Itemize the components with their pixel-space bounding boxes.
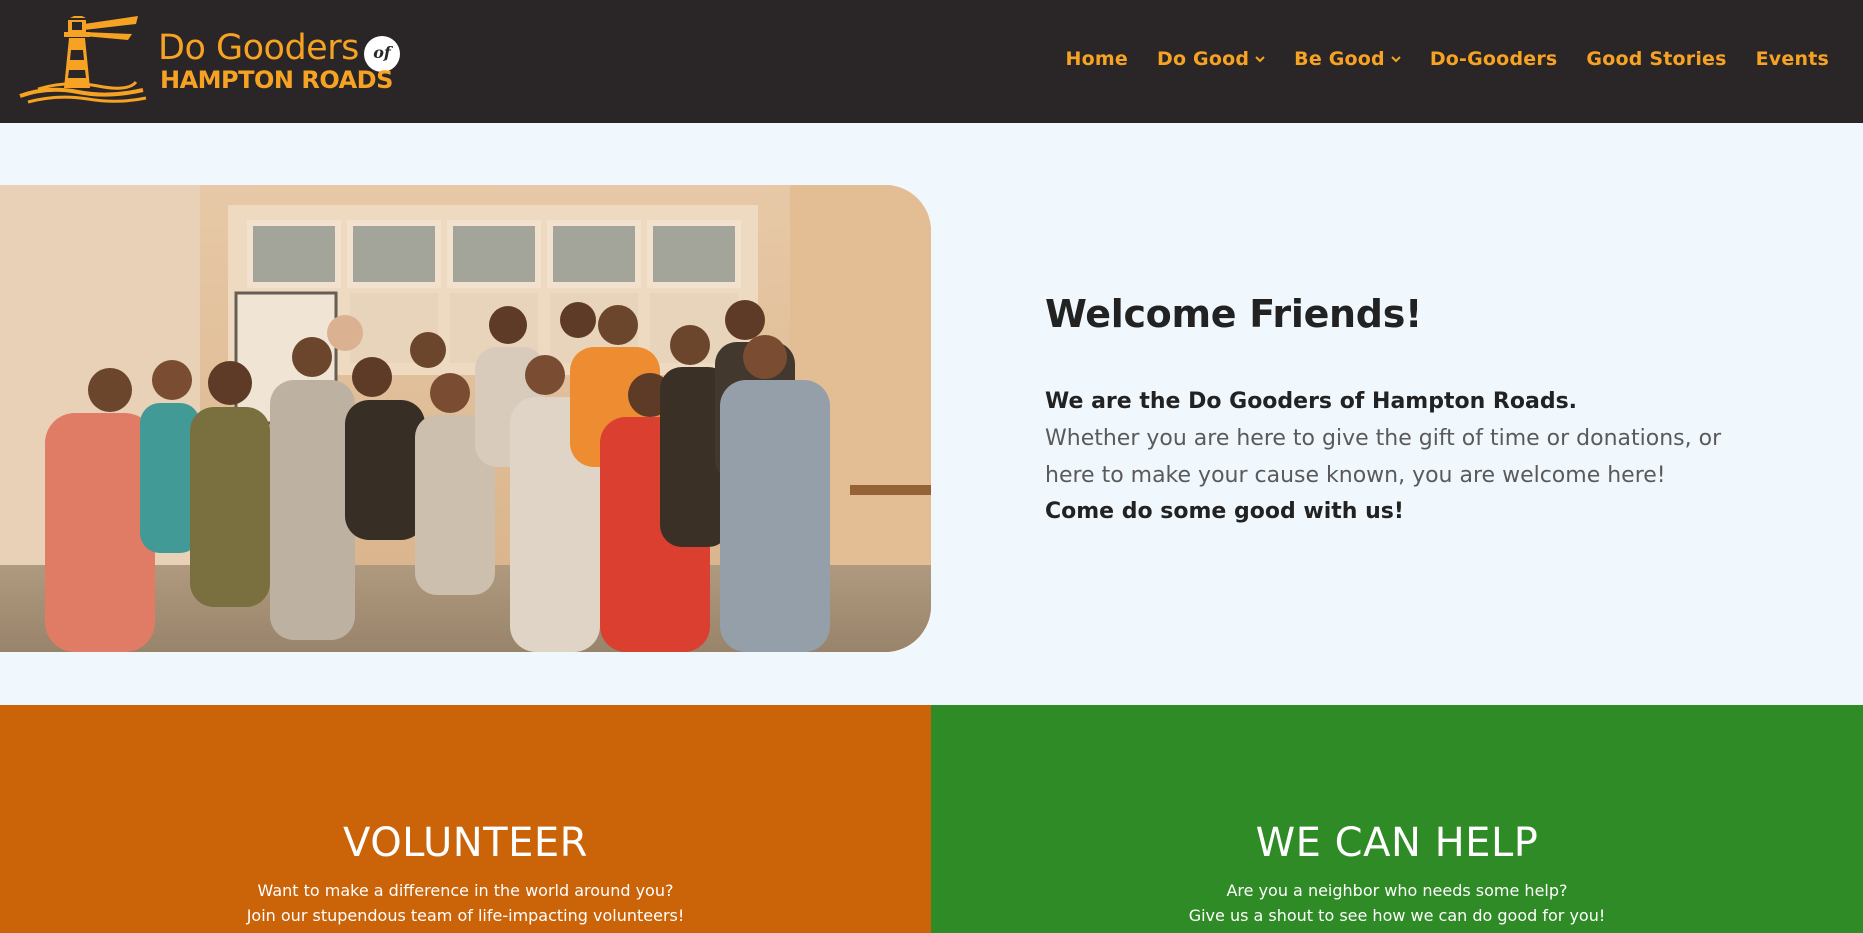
site-logo[interactable]: Do Gooders of HAMPTON ROADS	[18, 16, 408, 106]
group-photo	[0, 185, 931, 652]
welcome-title: Welcome Friends!	[1045, 292, 1423, 336]
welcome-section: Welcome Friends! We are the Do Gooders o…	[1045, 292, 1765, 530]
volunteer-line-1: Want to make a difference in the world a…	[257, 881, 674, 900]
nav-home-label: Home	[1065, 48, 1128, 70]
nav-events-label: Events	[1755, 48, 1829, 70]
main-nav: Home Do Good Be Good Do-Gooders Good Sto…	[1037, 48, 1829, 70]
nav-good-stories[interactable]: Good Stories	[1586, 48, 1726, 70]
nav-do-gooders-label: Do-Gooders	[1429, 48, 1558, 70]
nav-good-stories-label: Good Stories	[1586, 48, 1727, 70]
we-can-help-panel[interactable]: WE CAN HELP Are you a neighbor who needs…	[931, 705, 1863, 933]
help-line-1: Are you a neighbor who needs some help?	[1226, 881, 1568, 900]
call-to-action-text: Come do some good with us!	[1045, 499, 1404, 524]
lighthouse-icon	[19, 16, 147, 104]
group-photo-illustration	[0, 185, 931, 652]
nav-do-gooders[interactable]: Do-Gooders	[1430, 48, 1558, 70]
volunteer-title: VOLUNTEER	[343, 820, 588, 866]
nav-do-good-label: Do Good	[1156, 48, 1250, 70]
volunteer-panel[interactable]: VOLUNTEER Want to make a difference in t…	[0, 705, 931, 933]
logo-title: Do Gooders	[158, 28, 359, 68]
nav-be-good-label: Be Good	[1294, 48, 1385, 70]
chevron-down-icon	[1255, 56, 1265, 63]
welcome-body: Whether you are here to give the gift of…	[1045, 426, 1722, 488]
help-title: WE CAN HELP	[1255, 820, 1539, 866]
nav-events[interactable]: Events	[1756, 48, 1829, 70]
site-header: Do Gooders of HAMPTON ROADS Home Do Good…	[0, 0, 1863, 123]
volunteer-line-2: Join our stupendous team of life-impacti…	[246, 906, 685, 925]
chevron-down-icon	[1391, 56, 1401, 63]
nav-do-good[interactable]: Do Good	[1157, 48, 1265, 70]
logo-subtitle: HAMPTON ROADS	[160, 66, 393, 94]
nav-home[interactable]: Home	[1066, 48, 1128, 70]
help-line-2: Give us a shout to see how we can do goo…	[1188, 906, 1606, 925]
intro-text: We are the Do Gooders of Hampton Roads.	[1045, 389, 1578, 414]
nav-be-good[interactable]: Be Good	[1294, 48, 1401, 70]
